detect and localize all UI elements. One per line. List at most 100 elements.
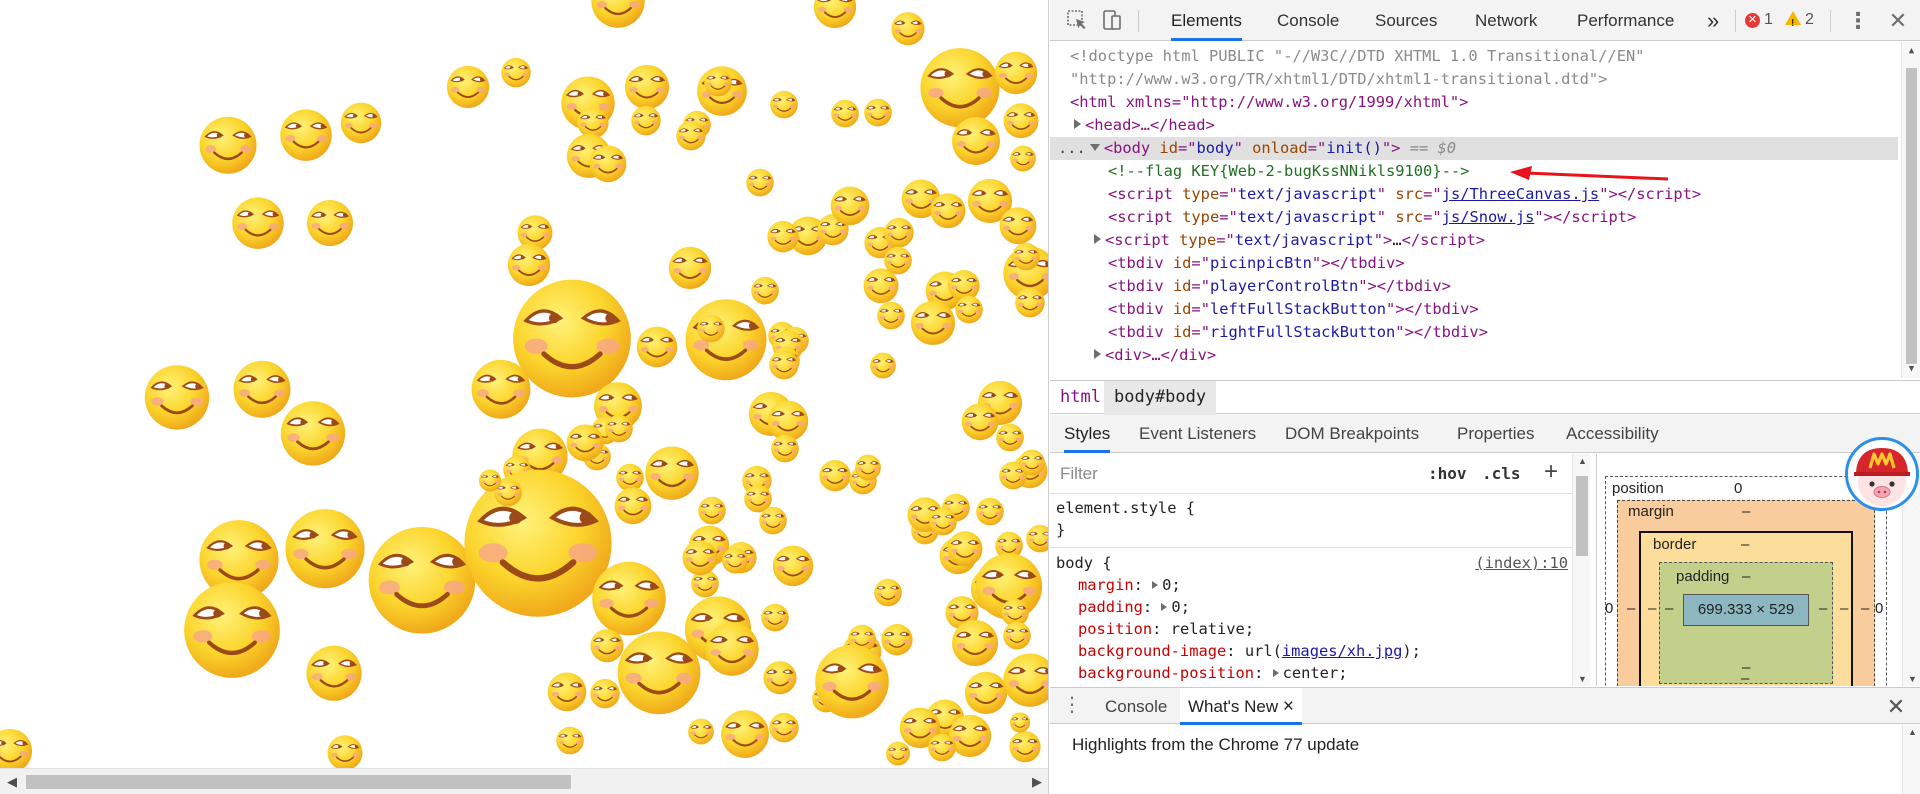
smiley-face-icon xyxy=(930,193,966,229)
dom-node-script-inline[interactable]: <script type="text/javascript">…</script… xyxy=(1094,229,1920,252)
scroll-down-arrow-icon[interactable]: ▼ xyxy=(1573,674,1590,684)
expand-arrow-icon[interactable] xyxy=(1074,119,1081,129)
more-tabs-chevron-icon[interactable]: » xyxy=(1707,0,1719,41)
smiley-face-icon xyxy=(697,314,725,343)
smiley-face-icon xyxy=(1009,731,1041,763)
breadcrumb-html[interactable]: html xyxy=(1050,381,1111,415)
expand-shorthand-icon[interactable] xyxy=(1272,669,1279,677)
close-devtools-icon[interactable]: ✕ xyxy=(1885,8,1911,34)
css-prop-position[interactable]: position: relative; xyxy=(1078,618,1254,640)
element-style-rule[interactable]: element.style { xyxy=(1056,497,1195,519)
expand-shorthand-icon[interactable] xyxy=(1161,603,1168,611)
collapse-arrow-icon[interactable] xyxy=(1089,144,1100,151)
tab-network[interactable]: Network xyxy=(1475,0,1537,41)
page-viewport[interactable]: ◀ ▶ xyxy=(0,0,1049,794)
tab-performance[interactable]: Performance xyxy=(1577,0,1674,41)
position-right-value: 0 xyxy=(1875,600,1884,617)
expand-shorthand-icon[interactable] xyxy=(1152,581,1159,589)
tab-accessibility[interactable]: Accessibility xyxy=(1566,415,1659,453)
drawer-tab-console[interactable]: Console xyxy=(1105,688,1167,725)
dom-tree-scroll-thumb[interactable] xyxy=(1906,68,1917,364)
tab-elements[interactable]: Elements xyxy=(1171,0,1242,41)
dom-node-body-selected[interactable]: ... <body id="body" onload="init()"> == $… xyxy=(1050,137,1898,161)
close-tab-icon[interactable]: × xyxy=(1283,696,1294,717)
styles-filter-input[interactable] xyxy=(1056,460,1406,488)
scroll-down-arrow-icon[interactable]: ▼ xyxy=(1902,364,1920,374)
tab-console[interactable]: Console xyxy=(1277,0,1339,41)
more-options-icon[interactable]: ⋮ xyxy=(1845,8,1871,34)
breadcrumb-body[interactable]: body#body xyxy=(1104,381,1217,415)
scroll-right-arrow-icon[interactable]: ▶ xyxy=(1027,769,1047,794)
dom-node-doctype-cont[interactable]: "http://www.w3.org/TR/xhtml1/DTD/xhtml1-… xyxy=(1070,68,1915,91)
tab-sources[interactable]: Sources xyxy=(1375,0,1437,41)
flag-comment-text: <!--flag KEY{Web-2-bugKssNNikls9100}--> xyxy=(1108,162,1470,180)
horizontal-scrollbar[interactable]: ◀ ▶ xyxy=(0,768,1048,794)
snow-js-link[interactable]: js/Snow.js xyxy=(1442,208,1535,226)
styles-scroll-thumb[interactable] xyxy=(1576,476,1588,556)
dom-node-script-threecanvas[interactable]: <script type="text/javascript" src="js/T… xyxy=(1108,183,1920,206)
element-style-close: } xyxy=(1056,521,1066,539)
warning-icon: ! xyxy=(1785,11,1801,29)
toolbar-separator xyxy=(1830,10,1831,32)
horizontal-scroll-thumb[interactable] xyxy=(26,775,571,789)
scroll-up-arrow-icon[interactable]: ▲ xyxy=(1902,46,1920,56)
smiley-face-icon xyxy=(721,710,769,758)
smiley-face-icon xyxy=(698,496,726,525)
tab-event-listeners[interactable]: Event Listeners xyxy=(1139,415,1256,453)
drawer-scrollbar[interactable]: ▲ xyxy=(1902,725,1920,794)
scroll-left-arrow-icon[interactable]: ◀ xyxy=(2,769,22,794)
css-prop-background-image[interactable]: background-image: url(images/xh.jpg); xyxy=(1078,640,1421,662)
error-counter[interactable]: ✕ 1 xyxy=(1745,9,1773,31)
expand-arrow-icon[interactable] xyxy=(1094,349,1101,359)
box-model-content-size[interactable]: 699.333 × 529 xyxy=(1683,594,1809,626)
body-rule-source-link[interactable]: (index):10 xyxy=(1475,552,1568,574)
hover-state-toggle[interactable]: :hov xyxy=(1428,462,1467,486)
dom-node-script-snow[interactable]: <script type="text/javascript" src="js/S… xyxy=(1108,206,1920,229)
drawer-menu-icon[interactable]: ⋮ xyxy=(1062,688,1082,725)
smiley-face-icon xyxy=(830,186,870,226)
class-toggle[interactable]: .cls xyxy=(1482,462,1521,486)
new-style-rule-button[interactable]: + xyxy=(1538,458,1564,486)
warning-counter[interactable]: ! 2 xyxy=(1785,9,1814,31)
smiley-face-icon xyxy=(855,454,881,481)
css-prop-margin[interactable]: margin: 0; xyxy=(1078,574,1181,596)
expand-arrow-icon[interactable] xyxy=(1094,234,1101,244)
whats-new-highlight[interactable]: Highlights from the Chrome 77 update xyxy=(1072,735,1359,755)
inspect-element-icon[interactable] xyxy=(1064,8,1090,34)
smiley-face-icon xyxy=(306,645,362,701)
threecanvas-link[interactable]: js/ThreeCanvas.js xyxy=(1442,185,1600,203)
dom-node-tbdiv[interactable]: <tbdiv id="leftFullStackButton"></tbdiv> xyxy=(1108,298,1920,321)
dom-node-tbdiv[interactable]: <tbdiv id="picinpicBtn"></tbdiv> xyxy=(1108,252,1920,275)
dom-node-head[interactable]: <head>…</head> xyxy=(1074,114,1919,137)
background-image-link[interactable]: images/xh.jpg xyxy=(1282,642,1402,660)
node-actions-ellipsis[interactable]: ... xyxy=(1058,139,1086,157)
scroll-up-arrow-icon[interactable]: ▲ xyxy=(1903,727,1920,737)
dom-node-tbdiv[interactable]: <tbdiv id="playerControlBtn"></tbdiv> xyxy=(1108,275,1920,298)
dom-node-tbdiv[interactable]: <tbdiv id="rightFullStackButton"></tbdiv… xyxy=(1108,321,1920,344)
smiley-face-icon xyxy=(767,221,799,253)
css-prop-background-position[interactable]: background-position: center; xyxy=(1078,662,1348,684)
smiley-face-icon xyxy=(592,561,666,636)
drawer-toolbar: ⋮ Console What's New × ✕ xyxy=(1050,687,1920,725)
css-prop-padding[interactable]: padding: 0; xyxy=(1078,596,1190,618)
dom-tree-scrollbar[interactable]: ▲ ▼ xyxy=(1901,42,1920,378)
smiley-face-icon xyxy=(614,487,652,525)
warning-count: 2 xyxy=(1805,11,1814,28)
smiley-face-icon xyxy=(910,300,956,346)
body-rule-selector[interactable]: body { xyxy=(1056,552,1112,574)
scroll-up-arrow-icon[interactable]: ▲ xyxy=(1573,456,1590,466)
smiley-face-icon xyxy=(705,622,759,676)
dom-node-html[interactable]: <html xmlns="http://www.w3.org/1999/xhtm… xyxy=(1070,91,1915,114)
tab-dom-breakpoints[interactable]: DOM Breakpoints xyxy=(1285,415,1419,453)
drawer-tab-whats-new[interactable]: What's New × xyxy=(1180,688,1302,725)
tab-properties[interactable]: Properties xyxy=(1457,415,1534,453)
styles-scrollbar[interactable]: ▲ ▼ xyxy=(1572,454,1590,686)
dom-node-doctype[interactable]: <!doctype html PUBLIC "-//W3C//DTD XHTML… xyxy=(1070,45,1915,68)
close-drawer-icon[interactable]: ✕ xyxy=(1886,688,1906,725)
dom-tree[interactable]: <!doctype html PUBLIC "-//W3C//DTD XHTML… xyxy=(1050,42,1920,378)
sidebar-tabs: Styles Event Listeners DOM Breakpoints P… xyxy=(1050,415,1920,453)
tab-styles[interactable]: Styles xyxy=(1064,415,1111,453)
device-toolbar-icon[interactable] xyxy=(1099,8,1125,34)
dom-node-div[interactable]: <div>…</div> xyxy=(1094,344,1920,367)
scroll-down-arrow-icon[interactable]: ▼ xyxy=(1903,674,1920,684)
